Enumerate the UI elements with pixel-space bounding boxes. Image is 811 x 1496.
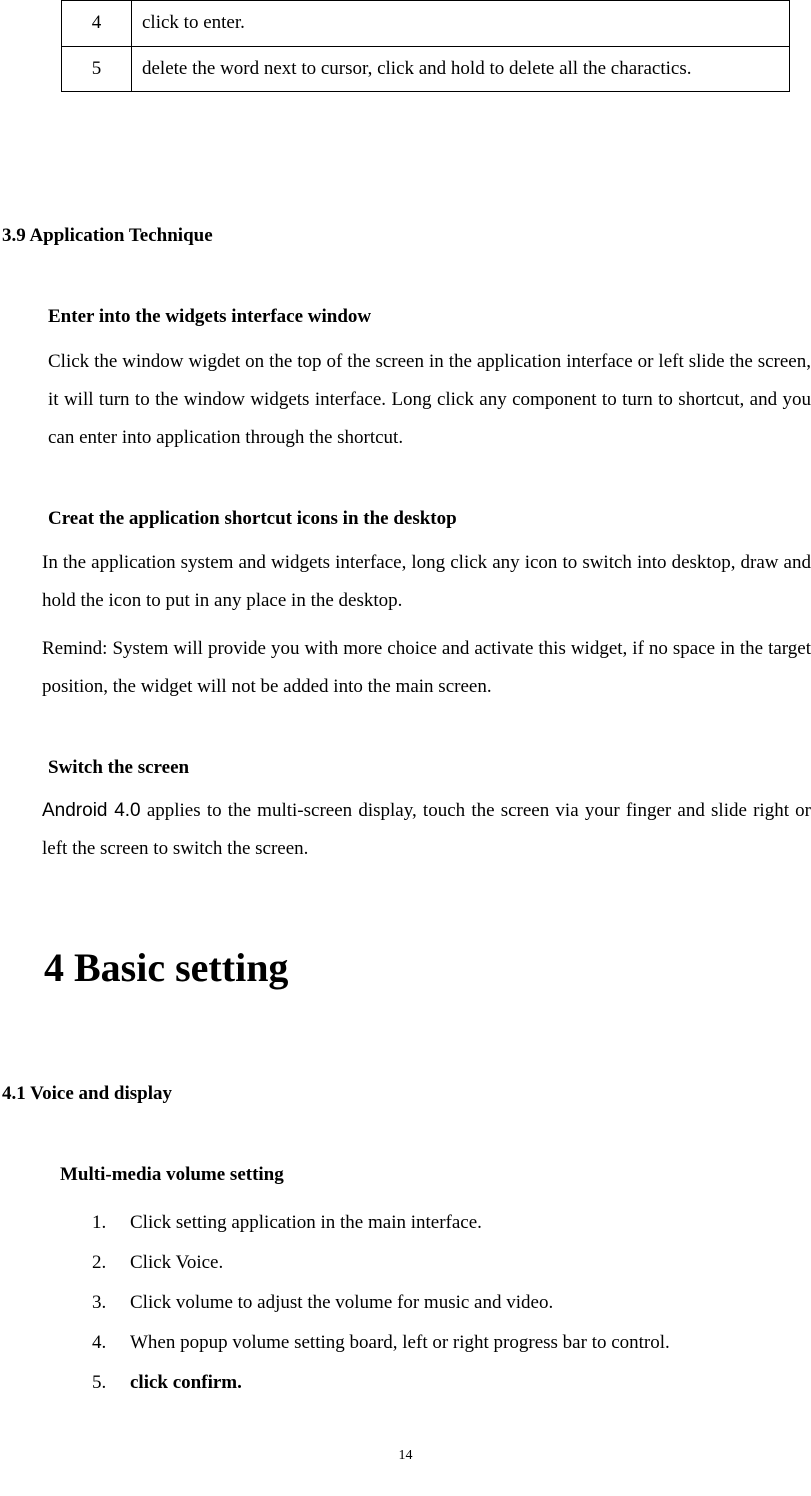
step-text: Click setting application in the main in… [130,1212,482,1233]
body-paragraph: Android 4.0 applies to the multi-screen … [42,792,811,868]
sub-heading-shortcut: Creat the application shortcut icons in … [48,505,811,534]
step-text: When popup volume setting board, left or… [130,1332,670,1353]
feature-table: 4 click to enter. 5 delete the word next… [61,0,790,92]
chapter-4-title: 4 Basic setting [44,938,811,998]
table-row: 4 click to enter. [62,1,790,47]
table-cell-desc: delete the word next to cursor, click an… [132,46,790,92]
step-text: Click volume to adjust the volume for mu… [130,1292,553,1313]
table-cell-num: 4 [62,1,132,47]
step-number: 1. [92,1203,106,1243]
sub-heading-switch: Switch the screen [48,754,811,783]
list-item: 5. click confirm. [92,1363,811,1403]
list-item: 4. When popup volume setting board, left … [92,1323,811,1363]
section-heading-4-1: 4.1 Voice and display [2,1080,811,1109]
body-paragraph: Click the window wigdet on the top of th… [48,343,811,457]
step-number: 4. [92,1323,106,1363]
section-heading-3-9: 3.9 Application Technique [2,222,811,251]
step-number: 2. [92,1243,106,1283]
step-text: Click Voice. [130,1252,223,1273]
steps-list: 1. Click setting application in the main … [92,1203,811,1402]
list-item: 2. Click Voice. [92,1243,811,1283]
android-version-label: Android 4.0 [42,800,141,821]
table-cell-desc: click to enter. [132,1,790,47]
body-text: applies to the multi-screen display, tou… [42,800,811,859]
step-number: 3. [92,1283,106,1323]
body-paragraph: Remind: System will provide you with mor… [42,630,811,706]
list-item: 1. Click setting application in the main … [92,1203,811,1243]
sub-heading-widgets: Enter into the widgets interface window [48,303,811,332]
table-row: 5 delete the word next to cursor, click … [62,46,790,92]
page-number: 14 [0,1445,811,1466]
table-cell-num: 5 [62,46,132,92]
page-content: 4 click to enter. 5 delete the word next… [0,0,811,1402]
list-item: 3. Click volume to adjust the volume for … [92,1283,811,1323]
sub-heading-volume: Multi-media volume setting [60,1161,811,1190]
body-paragraph: In the application system and widgets in… [42,544,811,620]
step-text: click confirm. [130,1372,242,1393]
step-number: 5. [92,1363,106,1403]
